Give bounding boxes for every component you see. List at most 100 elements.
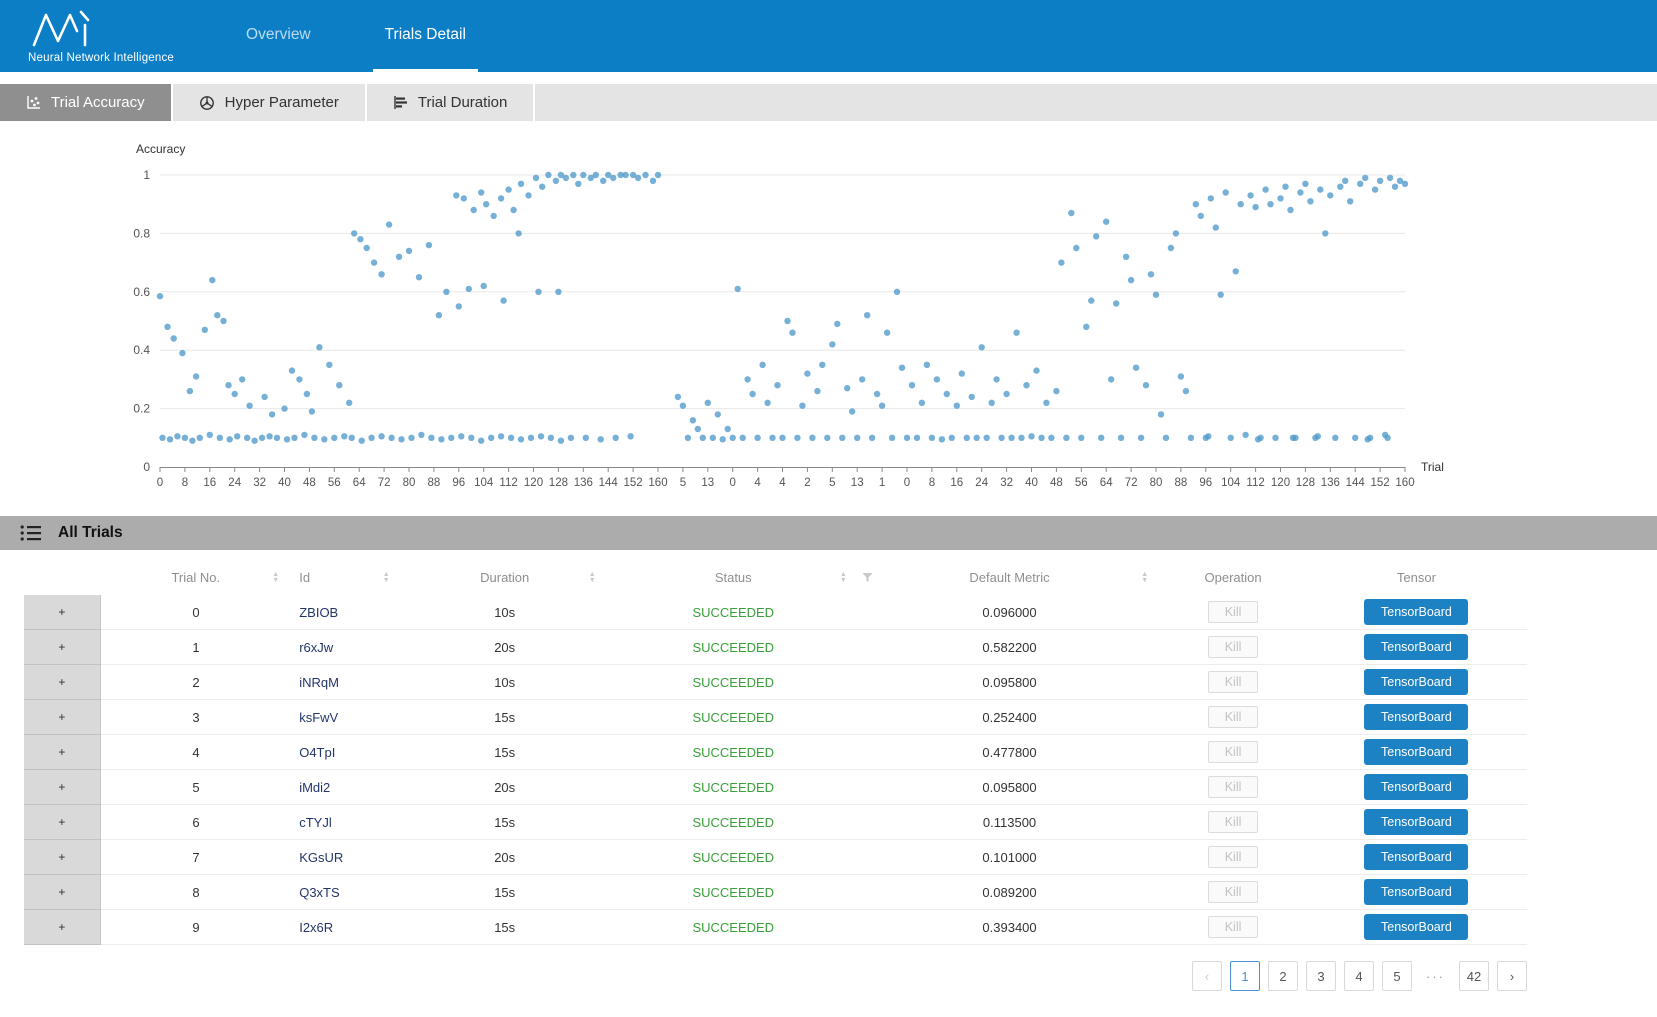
pagination-ellipsis[interactable]: ···: [1420, 961, 1451, 991]
pagination-page[interactable]: 1: [1230, 961, 1260, 991]
kill-button[interactable]: Kill: [1208, 741, 1259, 763]
tensorboard-button[interactable]: TensorBoard: [1364, 879, 1468, 905]
scatter-point: [209, 277, 215, 283]
expand-row-button[interactable]: +: [24, 805, 100, 840]
duration-cell: 10s: [402, 595, 608, 630]
pagination-page[interactable]: 2: [1268, 961, 1298, 991]
pagination-next[interactable]: ›: [1497, 961, 1527, 991]
tab-trial-duration[interactable]: Trial Duration: [367, 84, 535, 121]
tensorboard-button[interactable]: TensorBoard: [1364, 774, 1468, 800]
trials-table: Trial No. ▲▼ Id ▲▼ Duration ▲▼ Status ▲▼: [24, 560, 1527, 945]
scatter-point: [232, 391, 238, 397]
kill-button[interactable]: Kill: [1208, 811, 1259, 833]
pagination-prev[interactable]: ‹: [1192, 961, 1222, 991]
scatter-point: [1277, 195, 1283, 201]
expand-row-button[interactable]: +: [24, 665, 100, 700]
sort-icon[interactable]: ▲▼: [1141, 572, 1148, 584]
scatter-point: [478, 438, 484, 444]
accuracy-scatter-chart[interactable]: 00.20.40.60.8108162432404856647280889610…: [0, 137, 1657, 502]
kill-button[interactable]: Kill: [1208, 636, 1259, 658]
expand-row-button[interactable]: +: [24, 875, 100, 910]
tensorboard-button[interactable]: TensorBoard: [1364, 844, 1468, 870]
sort-icon[interactable]: ▲▼: [383, 572, 390, 584]
scatter-point: [1347, 198, 1353, 204]
scatter-point: [610, 175, 616, 181]
trial-no-cell: 3: [100, 700, 291, 735]
scatter-point: [894, 289, 900, 295]
kill-button[interactable]: Kill: [1208, 601, 1259, 623]
expand-row-button[interactable]: +: [24, 735, 100, 770]
scatter-point: [1133, 365, 1139, 371]
pagination-page[interactable]: 5: [1382, 961, 1412, 991]
svg-text:112: 112: [1246, 477, 1264, 489]
pagination-page[interactable]: 3: [1306, 961, 1336, 991]
scatter-point: [1362, 175, 1368, 181]
scatter-point: [1233, 268, 1239, 274]
svg-text:5: 5: [829, 477, 835, 489]
expand-row-button[interactable]: +: [24, 910, 100, 945]
svg-text:112: 112: [499, 477, 517, 489]
tab-trial-accuracy[interactable]: Trial Accuracy: [0, 84, 173, 121]
scatter-point: [304, 391, 310, 397]
expand-column-header: [24, 560, 100, 595]
tensorboard-button[interactable]: TensorBoard: [1364, 809, 1468, 835]
scatter-point: [934, 376, 940, 382]
scatter-point: [1267, 201, 1273, 207]
tensorboard-button[interactable]: TensorBoard: [1364, 739, 1468, 765]
scatter-point: [244, 435, 250, 441]
trial-id-cell: KGsUR: [291, 840, 402, 875]
nav-item-trials-detail[interactable]: Trials Detail: [373, 0, 478, 72]
scatter-point: [346, 400, 352, 406]
kill-button[interactable]: Kill: [1208, 881, 1259, 903]
svg-text:16: 16: [203, 477, 216, 489]
svg-text:40: 40: [278, 477, 291, 489]
scatter-point: [769, 435, 775, 441]
scatter-point: [1073, 245, 1079, 251]
scatter-point: [368, 435, 374, 441]
scatter-point: [179, 350, 185, 356]
pagination-page[interactable]: 4: [1344, 961, 1374, 991]
scatter-point: [321, 436, 327, 442]
scatter-point: [1315, 433, 1321, 439]
kill-button[interactable]: Kill: [1208, 846, 1259, 868]
metric-cell: 0.582200: [859, 630, 1160, 665]
sort-icon[interactable]: ▲▼: [589, 572, 596, 584]
kill-button[interactable]: Kill: [1208, 916, 1259, 938]
sort-icon[interactable]: ▲▼: [840, 572, 847, 584]
scatter-point: [341, 433, 347, 439]
scatter-point: [426, 242, 432, 248]
tab-label: Trial Accuracy: [51, 94, 145, 111]
pagination-page[interactable]: 42: [1459, 961, 1489, 991]
kill-button[interactable]: Kill: [1208, 776, 1259, 798]
tensorboard-button[interactable]: TensorBoard: [1364, 914, 1468, 940]
scatter-point: [829, 341, 835, 347]
scatter-point: [1168, 245, 1174, 251]
expand-row-button[interactable]: +: [24, 770, 100, 805]
view-tabbar: Trial Accuracy Hyper Parameter Trial Dur…: [0, 84, 1657, 121]
tensorboard-button[interactable]: TensorBoard: [1364, 669, 1468, 695]
duration-cell: 15s: [402, 700, 608, 735]
scatter-point: [715, 411, 721, 417]
table-row: +2iNRqM10sSUCCEEDED0.095800KillTensorBoa…: [24, 665, 1527, 700]
expand-row-button[interactable]: +: [24, 630, 100, 665]
svg-text:56: 56: [1075, 477, 1088, 489]
scatter-point: [1153, 292, 1159, 298]
app-header: Neural Network Intelligence Overview Tri…: [0, 0, 1657, 72]
nav-item-overview[interactable]: Overview: [234, 0, 323, 72]
sort-icon[interactable]: ▲▼: [272, 572, 279, 584]
y-axis-title: Accuracy: [136, 142, 185, 156]
tensorboard-button[interactable]: TensorBoard: [1364, 634, 1468, 660]
duration-cell: 20s: [402, 630, 608, 665]
tensorboard-button[interactable]: TensorBoard: [1364, 704, 1468, 730]
expand-row-button[interactable]: +: [24, 700, 100, 735]
scatter-point: [849, 408, 855, 414]
tensorboard-button[interactable]: TensorBoard: [1364, 599, 1468, 625]
expand-row-button[interactable]: +: [24, 595, 100, 630]
scatter-point: [1297, 189, 1303, 195]
tab-hyper-parameter[interactable]: Hyper Parameter: [173, 84, 367, 121]
kill-button[interactable]: Kill: [1208, 671, 1259, 693]
kill-button[interactable]: Kill: [1208, 706, 1259, 728]
scatter-point: [259, 435, 265, 441]
expand-row-button[interactable]: +: [24, 840, 100, 875]
scatter-point: [642, 172, 648, 178]
